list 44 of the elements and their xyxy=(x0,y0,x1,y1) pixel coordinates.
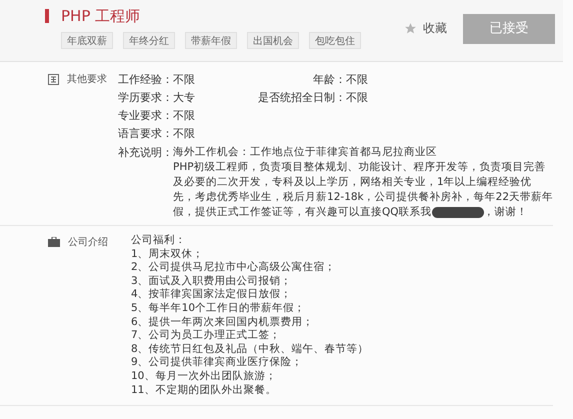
description-line: ，谢谢！ xyxy=(484,205,528,220)
field-label: 语言要求： xyxy=(118,126,174,142)
accent-bar xyxy=(45,9,49,23)
benefit-tag: 年终分红 xyxy=(123,32,175,49)
field-value: 不限 xyxy=(346,72,368,88)
benefit-line: 4、按菲律宾国家法定假日放假； xyxy=(131,288,293,302)
field-value: 不限 xyxy=(346,90,368,106)
field-value: 大专 xyxy=(173,90,196,106)
description-line: 先，考虑优秀毕业生，税后月薪12-18k，公司提供餐补房补，每年22天带薪年 xyxy=(173,190,553,205)
benefit-tag: 出国机会 xyxy=(247,32,299,49)
section-heading: 其他要求 xyxy=(67,74,107,86)
briefcase-icon xyxy=(48,237,60,247)
description-line: 及必要的二次开发，专科及以上学历，网络相关专业，1年以上编程经验优 xyxy=(173,175,533,190)
benefit-line: 5、每半年10个工作日的带薪年假； xyxy=(131,302,306,316)
field-value: 不限 xyxy=(173,108,196,124)
benefit-tag: 带薪年假 xyxy=(185,32,237,49)
benefit-line: 11、不定期的团队外出聚餐。 xyxy=(131,384,278,398)
benefit-line: 1、周末双休； xyxy=(131,248,205,262)
field-value: 不限 xyxy=(173,72,196,88)
favorite-button[interactable]: 收藏 xyxy=(404,19,447,37)
field-label: 补充说明： xyxy=(118,145,174,161)
benefit-line: 6、提供一年两次来回国内机票费用； xyxy=(131,316,315,329)
field-label: 学历要求： xyxy=(118,90,174,106)
field-label: 专业要求： xyxy=(118,108,174,124)
benefit-line: 公司福利： xyxy=(131,234,187,248)
benefit-line: 2、公司提供马尼拉市中心高级公寓住宿； xyxy=(131,261,337,275)
job-title: PHP 工程师 xyxy=(61,6,140,26)
description-line: 假，提供正式工作签证等，有兴趣可以直接QQ联系我 xyxy=(173,205,432,220)
field-label: 年龄： xyxy=(313,72,346,88)
field-label: 工作经验： xyxy=(118,72,174,88)
grid-icon xyxy=(48,74,59,85)
benefit-tag: 包吃包住 xyxy=(309,32,361,49)
description-line: PHP初级工程师，负责项目整体规划、功能设计、程序开发等，负责项目完善 xyxy=(173,160,547,175)
description-line: 海外工作机会：工作地点位于菲律宾首都马尼拉商业区 xyxy=(173,145,438,160)
field-label: 是否统招全日制： xyxy=(258,90,346,106)
benefit-line: 9、公司提供菲律宾商业医疗保险； xyxy=(131,356,304,370)
benefit-line: 10、每月一次外出团队旅游； xyxy=(131,370,278,384)
star-icon xyxy=(404,22,417,34)
field-value: 不限 xyxy=(173,126,196,142)
benefit-line: 3、面试及入职费用由公司报销； xyxy=(131,274,293,288)
section-heading: 公司介绍 xyxy=(68,237,108,249)
benefit-tag: 年底双薪 xyxy=(61,32,113,49)
benefit-line: 8、传统节日红包及礼品（中秋、端午、春节等） xyxy=(131,342,369,356)
benefit-line: 7、公司为员工办理正式工签； xyxy=(131,329,282,343)
